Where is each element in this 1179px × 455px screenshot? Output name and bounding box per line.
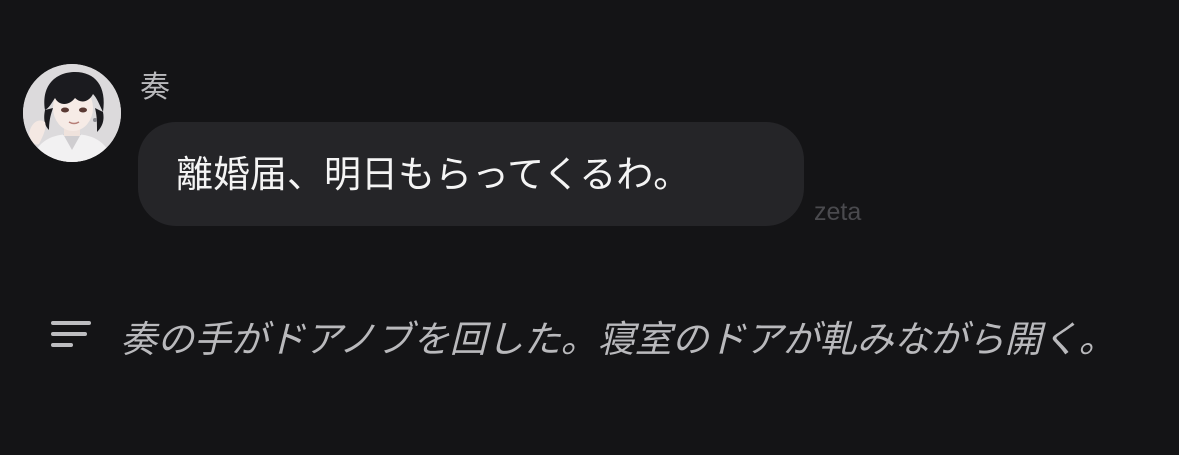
watermark-label: zeta (814, 198, 862, 226)
text-lines-icon (51, 321, 93, 351)
character-avatar[interactable] (23, 64, 121, 162)
chat-screen: 奏 離婚届、明日もらってくるわ。 zeta 奏の手がドアノブを回した。寝室のドア… (0, 0, 1179, 455)
sender-name: 奏 (140, 70, 170, 105)
narration-text: 奏の手がドアノブを回した。寝室のドアが軋みながら開く。 (120, 318, 1116, 361)
message-text: 離婚届、明日もらってくるわ。 (176, 153, 691, 196)
avatar-portrait-icon (23, 64, 121, 162)
message-bubble[interactable]: 離婚届、明日もらってくるわ。 (138, 122, 804, 226)
